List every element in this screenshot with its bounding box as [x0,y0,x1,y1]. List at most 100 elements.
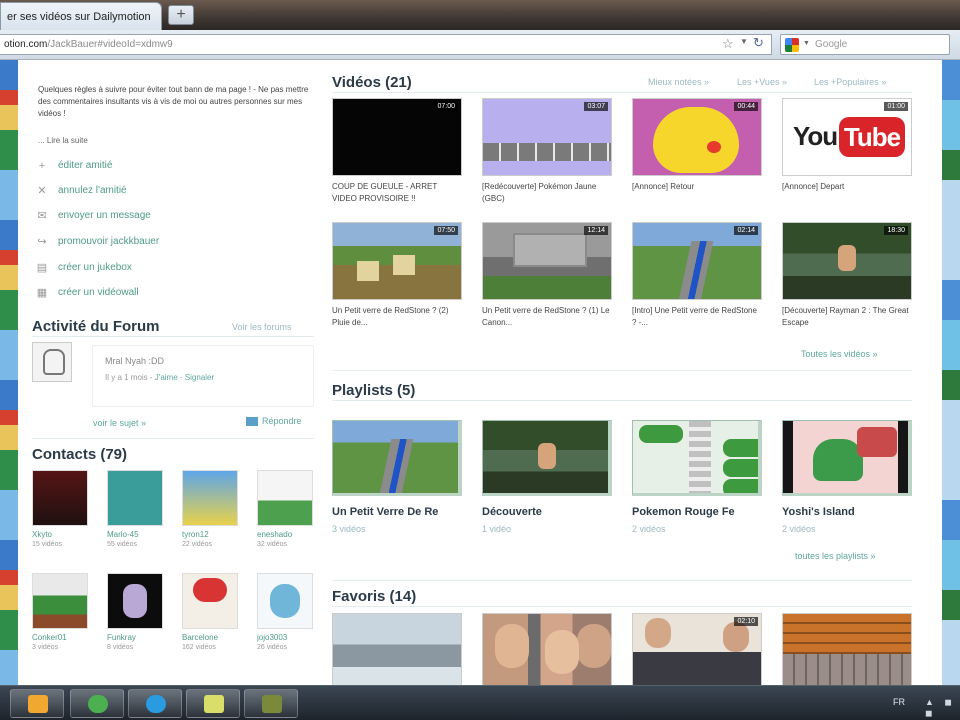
contact-avatar[interactable] [107,573,163,629]
system-tray[interactable]: ▲ ◼ ◼ [925,697,960,719]
skype-button[interactable] [128,689,182,718]
contact-name[interactable]: Conker01 [32,633,92,642]
playlist-title[interactable]: Pokemon Rouge Fe [632,506,762,518]
video-thumbnail[interactable]: You Tube 01:00 [782,98,912,176]
contact-avatar[interactable] [182,573,238,629]
favorite-item[interactable] [332,613,462,685]
url-history-dropdown-icon[interactable]: ▼ [740,37,748,46]
read-more-link[interactable]: ... Lire la suite [38,136,88,145]
search-input[interactable]: ▼ Google [780,34,950,55]
favorite-item[interactable] [782,613,912,685]
contact-avatar[interactable] [257,573,313,629]
video-title[interactable]: [Découverte] Rayman 2 : The Great Escape [782,305,912,329]
sticky-notes-button[interactable] [186,689,240,718]
favorite-item[interactable]: 02:10 [632,613,762,685]
video-title[interactable]: [Annonce] Retour [632,181,762,193]
contact-name[interactable]: Mario-45 [107,530,167,539]
contact-name[interactable]: jojo3003 [257,633,317,642]
video-title[interactable]: [Intro] Une Petit verre de RedStone ? -.… [632,305,762,329]
contact-name[interactable]: Funkray [107,633,167,642]
all-playlists-link[interactable]: toutes les playlists » [795,551,876,561]
playlist-item[interactable]: Un Petit Verre De Re 3 vidéos [332,420,462,534]
playlist-thumbnail[interactable] [482,420,612,496]
view-forums-link[interactable]: Voir les forums [232,322,292,332]
contact-card[interactable]: Barcelone 162 vidéos [182,573,242,651]
sort-best-rated-link[interactable]: Mieux notées » [648,77,709,87]
view-topic-link[interactable]: voir le sujet » [93,418,146,428]
sort-most-popular-link[interactable]: Les +Populaires » [814,77,886,87]
playlist-thumbnail[interactable] [782,420,912,496]
contact-name[interactable]: Xkyto [32,530,92,539]
contact-avatar[interactable] [32,573,88,629]
contact-name[interactable]: eneshado [257,530,317,539]
app-button[interactable] [244,689,298,718]
create-jukebox-action[interactable]: ▤ créer un jukebox [36,262,266,280]
report-link[interactable]: Signaler [185,373,214,382]
favorite-item[interactable] [482,613,612,685]
sort-most-viewed-link[interactable]: Les +Vues » [737,77,787,87]
video-title[interactable]: COUP DE GUEULE - ARRET VIDEO PROVISOIRE … [332,181,462,205]
reply-link[interactable]: Répondre [246,416,302,427]
video-thumbnail[interactable]: 07:00 [332,98,462,176]
video-thumbnail[interactable]: 00:44 [632,98,762,176]
video-item[interactable]: 07:00 COUP DE GUEULE - ARRET VIDEO PROVI… [332,98,462,205]
video-thumbnail[interactable]: 03:07 [482,98,612,176]
video-item[interactable]: 02:14 [Intro] Une Petit verre de RedSton… [632,222,762,329]
contact-card[interactable]: eneshado 32 vidéos [257,470,317,548]
contact-card[interactable]: Mario-45 55 vidéos [107,470,167,548]
playlist-thumbnail[interactable] [332,420,462,496]
playlist-title[interactable]: Découverte [482,506,612,518]
contact-name[interactable]: tyron12 [182,530,242,539]
search-engine-dropdown-icon[interactable]: ▼ [803,40,810,47]
create-videowall-action[interactable]: ▦ créer un vidéowall [36,287,266,305]
forum-message[interactable]: Mral Nyah :DD [105,356,164,366]
playlist-thumbnail[interactable] [632,420,762,496]
contact-avatar[interactable] [107,470,163,526]
video-title[interactable]: Un Petit verre de RedStone ? (1) Le Cano… [482,305,612,329]
video-item[interactable]: 07:50 Un Petit verre de RedStone ? (2) P… [332,222,462,329]
video-thumbnail[interactable]: 12:14 [482,222,612,300]
video-item[interactable]: You Tube 01:00 [Annonce] Depart [782,98,912,193]
contact-card[interactable]: Funkray 8 vidéos [107,573,167,651]
google-icon[interactable] [785,38,799,52]
media-player-button[interactable] [10,689,64,718]
all-videos-link[interactable]: Toutes les vidéos » [801,349,878,359]
address-bar[interactable]: otion.com/JackBauer#videoId=xdmw9 [0,34,772,55]
contact-card[interactable]: Xkyto 15 vidéos [32,470,92,548]
playlist-item[interactable]: Yoshi's Island 2 vidéos [782,420,912,534]
video-item[interactable]: 00:44 [Annonce] Retour [632,98,762,193]
video-item[interactable]: 18:30 [Découverte] Rayman 2 : The Great … [782,222,912,329]
contact-name[interactable]: Barcelone [182,633,242,642]
cancel-friendship-action[interactable]: ✕ annulez l'amitié [36,185,266,203]
bookmark-star-icon[interactable]: ☆ [722,36,734,52]
like-link[interactable]: J'aime [155,373,178,382]
video-thumbnail[interactable]: 02:14 [632,222,762,300]
avatar[interactable] [32,342,72,382]
send-message-action[interactable]: ✉ envoyer un message [36,210,266,228]
favorite-thumbnail[interactable] [782,613,912,685]
promote-action[interactable]: ↪ promouvoir jackkbauer [36,236,266,254]
playlist-item[interactable]: Pokemon Rouge Fe 2 vidéos [632,420,762,534]
contact-avatar[interactable] [257,470,313,526]
playlist-item[interactable]: Découverte 1 vidéo [482,420,612,534]
favorite-thumbnail[interactable]: 02:10 [632,613,762,685]
contact-card[interactable]: jojo3003 26 vidéos [257,573,317,651]
playlist-title[interactable]: Yoshi's Island [782,506,912,518]
favorite-thumbnail[interactable] [482,613,612,685]
favorite-thumbnail[interactable] [332,613,462,685]
video-item[interactable]: 03:07 [Redécouverte] Pokémon Jaune (GBC) [482,98,612,205]
messenger-button[interactable] [70,689,124,718]
contact-card[interactable]: tyron12 22 vidéos [182,470,242,548]
language-indicator[interactable]: FR [893,697,905,707]
video-title[interactable]: Un Petit verre de RedStone ? (2) Pluie d… [332,305,462,329]
video-item[interactable]: 12:14 Un Petit verre de RedStone ? (1) L… [482,222,612,329]
contact-avatar[interactable] [182,470,238,526]
video-title[interactable]: [Redécouverte] Pokémon Jaune (GBC) [482,181,612,205]
edit-friendship-action[interactable]: + éditer amitié [36,160,266,178]
playlist-title[interactable]: Un Petit Verre De Re [332,506,462,518]
contact-card[interactable]: Conker01 3 vidéos [32,573,92,651]
video-title[interactable]: [Annonce] Depart [782,181,912,193]
video-thumbnail[interactable]: 07:50 [332,222,462,300]
new-tab-icon[interactable]: + [168,5,194,25]
browser-tab[interactable]: er ses vidéos sur Dailymotion [0,2,162,30]
